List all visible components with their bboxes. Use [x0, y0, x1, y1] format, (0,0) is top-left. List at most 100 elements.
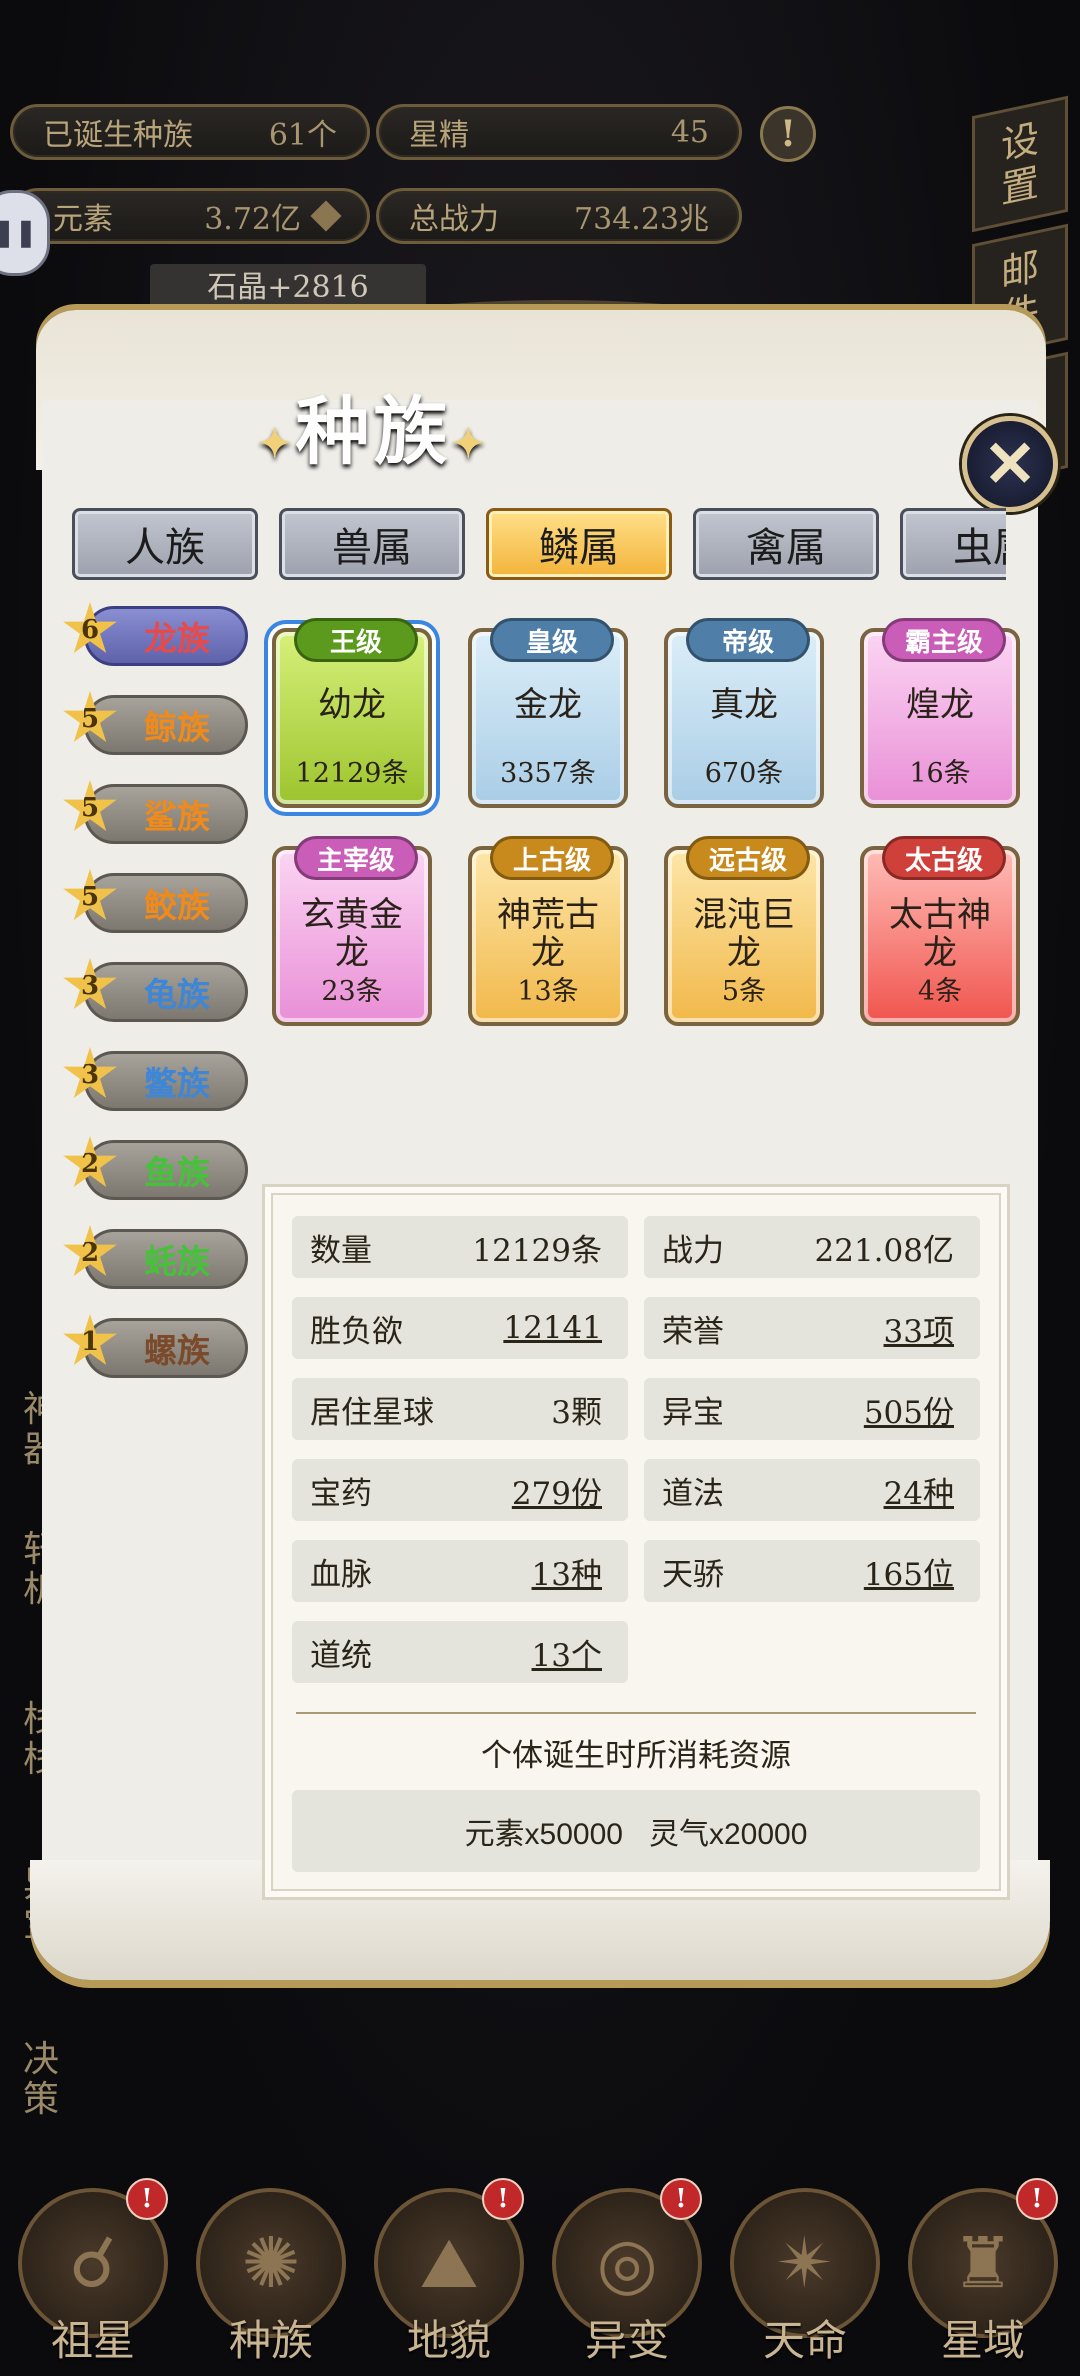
stat-value[interactable]: 279份 [512, 1468, 602, 1513]
star-essence-bar: 星精 45 [376, 104, 742, 160]
grade-badge: 太古级 [882, 836, 1006, 880]
species-name: 金龙 [514, 685, 582, 725]
settings-button[interactable]: 设 置 [972, 95, 1068, 233]
total-power-bar: 总战力 734.23兆 [376, 188, 742, 244]
species-count: 16条 [909, 758, 971, 789]
nav-label: 异变 [584, 2316, 669, 2365]
species-name: 太古神龙 [889, 895, 991, 973]
total-power-value: 734.23兆 [574, 202, 709, 237]
stat-value[interactable]: 505份 [864, 1387, 954, 1432]
elements-value: 3.72亿 [204, 202, 301, 237]
tab-bird[interactable]: 禽属 [693, 508, 879, 580]
star-essence-label: 星精 [409, 118, 469, 153]
notification-badge: ! [126, 2178, 168, 2220]
species-card[interactable]: 上古级 神荒古龙 13条 [468, 836, 628, 1026]
stat-value[interactable]: 33项 [884, 1306, 954, 1351]
tab-scale[interactable]: 鳞属 [486, 508, 672, 580]
species-card[interactable]: 帝级 真龙 670条 [664, 618, 824, 808]
grade-badge: 上古级 [490, 836, 614, 880]
stat-label: 荣誉 [662, 1313, 724, 1350]
stat-label: 战力 [662, 1232, 724, 1269]
stat-row: 道统 13个 [292, 1621, 628, 1683]
race-item[interactable]: 鲛族 5 [62, 869, 252, 935]
species-count: 12129条 [295, 758, 409, 789]
stat-value: 12129条 [472, 1232, 602, 1269]
grade-badge: 主宰级 [294, 836, 418, 880]
stat-value[interactable]: 13种 [532, 1549, 602, 1594]
divider [296, 1712, 976, 1714]
race-item[interactable]: 鳖族 3 [62, 1047, 252, 1113]
left-menu-decision[interactable]: 决策 [16, 2040, 66, 2120]
nav-terrain[interactable]: ⛰ 地貌! [374, 2178, 524, 2368]
species-card[interactable]: 主宰级 玄黄金龙 23条 [272, 836, 432, 1026]
race-item[interactable]: 鲨族 5 [62, 780, 252, 846]
race-item[interactable]: 鲸族 5 [62, 691, 252, 757]
race-pill: 鲸族 [84, 695, 248, 755]
tab-insect[interactable]: 虫属 [900, 508, 1006, 580]
stat-value[interactable]: 165位 [864, 1549, 954, 1594]
species-card[interactable]: 王级 幼龙 12129条 [272, 618, 432, 808]
stat-row: 数量 12129条 [292, 1216, 628, 1278]
race-pill: 龙族 [84, 606, 248, 666]
race-name: 螺族 [144, 1331, 210, 1370]
close-button[interactable]: ✕ [962, 416, 1058, 512]
stat-row: 荣誉 33项 [644, 1297, 980, 1359]
grade-badge: 王级 [294, 618, 418, 662]
nav-ancestor-star[interactable]: ☌ 祖星! [18, 2178, 168, 2368]
nav-star-domain[interactable]: ♜ 星域! [908, 2178, 1058, 2368]
stat-row: 血脉 13种 [292, 1540, 628, 1602]
nav-race[interactable]: ✺ 种族 [196, 2188, 346, 2368]
race-item[interactable]: 龙族 6 [62, 602, 252, 668]
nav-label: 星域 [940, 2316, 1025, 2365]
born-races-bar: 已诞生种族 61个 [10, 104, 370, 160]
tab-beast[interactable]: 兽属 [279, 508, 465, 580]
grade-badge: 帝级 [686, 618, 810, 662]
elements-bar: 元素 3.72亿 [10, 188, 370, 244]
tab-bar: 人族 兽属 鳞属 禽属 虫属 [72, 508, 1006, 584]
race-name: 鲸族 [144, 708, 210, 747]
race-pill: 鳖族 [84, 1051, 248, 1111]
species-card[interactable]: 太古级太古神龙 4条 [860, 836, 1020, 1026]
floating-button[interactable]: ❚❚ [0, 190, 50, 276]
elements-label: 元素 [53, 202, 113, 237]
nav-mutation[interactable]: ◎ 异变! [552, 2178, 702, 2368]
species-name: 玄黄金龙 [301, 895, 403, 973]
nav-destiny[interactable]: ✴ 天命 [730, 2188, 880, 2368]
species-card[interactable]: 远古级 混沌巨龙 5条 [664, 836, 824, 1026]
grade-badge: 远古级 [686, 836, 810, 880]
race-item[interactable]: 鱼族 2 [62, 1136, 252, 1202]
tab-human[interactable]: 人族 [72, 508, 258, 580]
race-item[interactable]: 螺族 1 [62, 1314, 252, 1380]
grade-badge: 霸主级 [882, 618, 1006, 662]
stat-row: 天骄 165位 [644, 1540, 980, 1602]
race-name: 龟族 [144, 975, 210, 1014]
stat-value[interactable]: 13个 [532, 1630, 602, 1675]
title-star-icon: ✦ [451, 420, 490, 467]
notification-badge: ! [1016, 2178, 1058, 2220]
stat-row: 居住星球 3颗 [292, 1378, 628, 1440]
stat-label: 宝药 [310, 1475, 372, 1512]
stat-value[interactable]: 24种 [884, 1468, 954, 1513]
star-essence-value: 45 [670, 114, 709, 150]
stat-label: 道统 [310, 1637, 372, 1674]
species-count: 3357条 [500, 758, 596, 789]
title-star-icon: ✦ [258, 420, 296, 467]
notification-badge: ! [660, 2178, 702, 2220]
grade-badge: 皇级 [490, 618, 614, 662]
race-pill: 鱼族 [84, 1140, 248, 1200]
race-pill: 鲨族 [84, 784, 248, 844]
cost-box: 元素x50000 灵气x20000 [292, 1790, 980, 1872]
cost-title: 个体诞生时所消耗资源 [481, 1738, 791, 1774]
born-races-label: 已诞生种族 [43, 118, 193, 153]
race-item[interactable]: 蚝族 2 [62, 1225, 252, 1291]
species-card[interactable]: 霸主级煌龙 16条 [860, 618, 1020, 808]
species-name: 混沌巨龙 [693, 895, 795, 973]
species-card[interactable]: 皇级金龙 3357条 [468, 618, 628, 808]
race-item[interactable]: 龟族 3 [62, 958, 252, 1024]
nav-label: 种族 [228, 2316, 313, 2365]
drop-icon [310, 200, 342, 232]
stat-value[interactable]: 12141 [503, 1310, 602, 1346]
alert-icon[interactable]: ! [760, 106, 816, 162]
species-count: 4条 [917, 976, 963, 1007]
species-name: 煌龙 [906, 685, 974, 725]
